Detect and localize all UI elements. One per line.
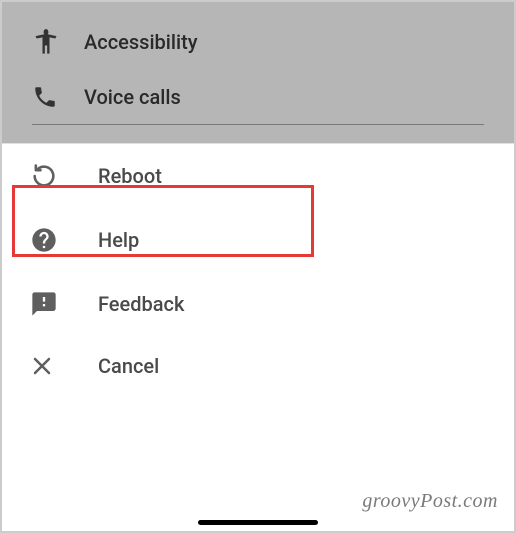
phone-icon: [32, 84, 72, 110]
menu-item-reboot[interactable]: Reboot: [2, 144, 514, 208]
settings-item-label: Accessibility: [84, 30, 198, 54]
watermark: groovyPost.com: [362, 490, 498, 513]
menu-item-label: Reboot: [98, 164, 162, 188]
menu-item-help[interactable]: Help: [2, 208, 514, 272]
settings-item-voice-calls[interactable]: Voice calls: [2, 70, 514, 124]
settings-item-accessibility[interactable]: Accessibility: [2, 14, 514, 70]
background-settings-panel: Accessibility Voice calls: [2, 2, 514, 143]
menu-item-feedback[interactable]: Feedback: [2, 272, 514, 336]
bottom-sheet-menu: Reboot Help Feedback Cancel: [2, 143, 514, 396]
close-icon: [30, 354, 70, 378]
feedback-icon: [30, 290, 70, 318]
settings-item-label: Voice calls: [84, 85, 181, 109]
menu-item-label: Help: [98, 228, 139, 252]
menu-item-label: Feedback: [98, 292, 184, 316]
help-icon: [30, 226, 70, 254]
refresh-icon: [30, 162, 70, 190]
accessibility-icon: [32, 28, 72, 56]
menu-item-cancel[interactable]: Cancel: [2, 336, 514, 396]
menu-item-label: Cancel: [98, 354, 159, 378]
home-indicator: [198, 520, 318, 525]
